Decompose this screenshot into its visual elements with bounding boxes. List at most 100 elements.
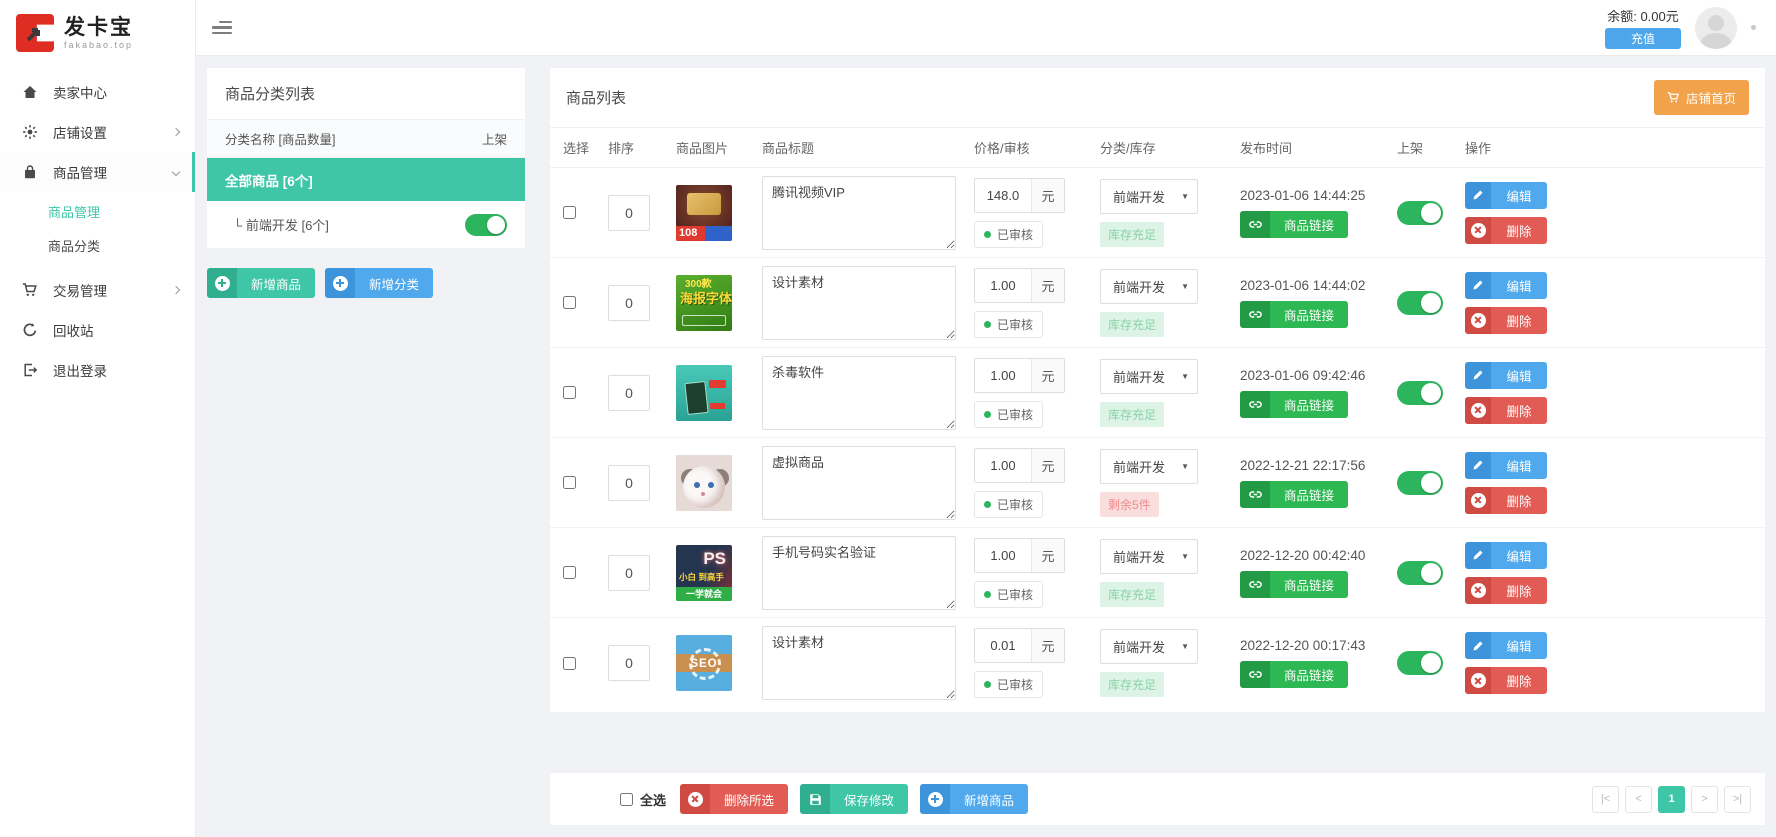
product-link-button[interactable]: 商品链接 xyxy=(1240,391,1348,418)
price-input[interactable] xyxy=(975,269,1031,302)
edit-button[interactable]: 编辑 xyxy=(1465,182,1547,209)
col-image: 商品图片 xyxy=(676,138,762,157)
page-last-button[interactable]: >| xyxy=(1724,786,1751,813)
category-select[interactable]: 前端开发 ▼ xyxy=(1100,629,1198,664)
delete-button[interactable]: 删除 xyxy=(1465,217,1547,244)
price-input[interactable] xyxy=(975,539,1031,572)
sort-input[interactable] xyxy=(608,555,650,591)
page-next-button[interactable]: > xyxy=(1691,786,1718,813)
product-title-input[interactable]: 腾讯视频VIP xyxy=(762,176,956,250)
sidebar-item-product-mgmt[interactable]: 商品管理 xyxy=(0,152,195,192)
product-table-header: 选择 排序 商品图片 商品标题 价格/审核 分类/库存 发布时间 上架 操作 xyxy=(550,128,1765,168)
sidebar-item-trade-mgmt[interactable]: 交易管理 xyxy=(0,270,195,310)
row-checkbox[interactable] xyxy=(563,296,576,309)
select-all-checkbox[interactable] xyxy=(620,793,633,806)
currency-unit: 元 xyxy=(1031,179,1064,212)
avatar[interactable] xyxy=(1695,7,1737,49)
brand-domain: fakabao.top xyxy=(64,40,133,50)
delete-button[interactable]: 删除 xyxy=(1465,667,1547,694)
category-select[interactable]: 前端开发 ▼ xyxy=(1100,179,1198,214)
edit-button[interactable]: 编辑 xyxy=(1465,452,1547,479)
shop-home-button[interactable]: 店铺首页 xyxy=(1654,80,1749,115)
select-all[interactable]: 全选 xyxy=(620,790,666,809)
product-thumb: PS 小白 到高手 一学就会 xyxy=(676,545,732,601)
delete-button[interactable]: 删除 xyxy=(1465,487,1547,514)
product-link-button[interactable]: 商品链接 xyxy=(1240,301,1348,328)
product-link-button[interactable]: 商品链接 xyxy=(1240,571,1348,598)
green-dot-icon xyxy=(984,591,991,598)
sort-input[interactable] xyxy=(608,375,650,411)
product-thumb xyxy=(676,455,732,511)
product-link-button[interactable]: 商品链接 xyxy=(1240,661,1348,688)
recharge-button[interactable]: 充值 xyxy=(1605,28,1681,49)
category-select[interactable]: 前端开发 ▼ xyxy=(1100,539,1198,574)
category-select[interactable]: 前端开发 ▼ xyxy=(1100,359,1198,394)
product-title-input[interactable]: 杀毒软件 xyxy=(762,356,956,430)
row-checkbox[interactable] xyxy=(563,206,576,219)
save-changes-button[interactable]: 保存修改 xyxy=(800,784,908,814)
edit-button[interactable]: 编辑 xyxy=(1465,542,1547,569)
chevron-right-icon xyxy=(172,128,180,136)
save-icon xyxy=(800,784,830,814)
row-checkbox[interactable] xyxy=(563,657,576,670)
sidebar-subitem-product-category[interactable]: 商品分类 xyxy=(0,228,195,262)
col-price-review: 价格/审核 xyxy=(974,138,1100,157)
product-link-button[interactable]: 商品链接 xyxy=(1240,211,1348,238)
edit-button[interactable]: 编辑 xyxy=(1465,632,1547,659)
sidebar-item-logout[interactable]: 退出登录 xyxy=(0,350,195,390)
edit-button[interactable]: 编辑 xyxy=(1465,272,1547,299)
add-product-button-footer[interactable]: 新增商品 xyxy=(920,784,1028,814)
add-category-button[interactable]: 新增分类 xyxy=(325,268,433,298)
product-title-input[interactable]: 虚拟商品 xyxy=(762,446,956,520)
user-dropdown-caret[interactable] xyxy=(1751,25,1756,30)
x-circle-icon xyxy=(1465,397,1491,424)
sort-input[interactable] xyxy=(608,285,650,321)
sidebar-item-label: 商品管理 xyxy=(53,162,173,182)
product-title-input[interactable]: 手机号码实名验证 xyxy=(762,536,956,610)
price-input[interactable] xyxy=(975,179,1031,212)
price-input[interactable] xyxy=(975,359,1031,392)
currency-unit: 元 xyxy=(1031,269,1064,302)
chevron-down-icon: ▼ xyxy=(1181,462,1189,471)
category-shelf-toggle[interactable] xyxy=(465,214,507,236)
shelf-toggle[interactable] xyxy=(1397,201,1443,225)
page-first-button[interactable]: |< xyxy=(1592,786,1619,813)
shelf-toggle[interactable] xyxy=(1397,561,1443,585)
shelf-toggle[interactable] xyxy=(1397,381,1443,405)
price-input[interactable] xyxy=(975,449,1031,482)
shelf-toggle[interactable] xyxy=(1397,291,1443,315)
pencil-icon xyxy=(1465,362,1491,389)
page-current-button[interactable]: 1 xyxy=(1658,786,1685,813)
row-checkbox[interactable] xyxy=(563,566,576,579)
add-product-button[interactable]: 新增商品 xyxy=(207,268,315,298)
col-select: 选择 xyxy=(563,138,608,157)
category-row[interactable]: └ 前端开发 [6个] xyxy=(207,201,525,248)
table-row: 虚拟商品 元 已审核 前端开发 ▼ 剩余5件 2022-12-21 22:17:… xyxy=(550,438,1765,528)
row-checkbox[interactable] xyxy=(563,386,576,399)
row-checkbox[interactable] xyxy=(563,476,576,489)
app-root: 发卡宝 fakabao.top 卖家中心 店铺设置 xyxy=(0,0,1776,837)
product-title-input[interactable]: 设计素材 xyxy=(762,626,956,700)
product-link-button[interactable]: 商品链接 xyxy=(1240,481,1348,508)
delete-selected-button[interactable]: 删除所选 xyxy=(680,784,788,814)
category-select[interactable]: 前端开发 ▼ xyxy=(1100,449,1198,484)
sort-input[interactable] xyxy=(608,195,650,231)
delete-button[interactable]: 删除 xyxy=(1465,577,1547,604)
product-title-input[interactable]: 设计素材 xyxy=(762,266,956,340)
sort-input[interactable] xyxy=(608,645,650,681)
hamburger-menu-icon[interactable] xyxy=(212,18,232,38)
edit-button[interactable]: 编辑 xyxy=(1465,362,1547,389)
category-row-all[interactable]: 全部商品 [6个] xyxy=(207,158,525,201)
delete-button[interactable]: 删除 xyxy=(1465,307,1547,334)
shelf-toggle[interactable] xyxy=(1397,651,1443,675)
sidebar-item-shop-settings[interactable]: 店铺设置 xyxy=(0,112,195,152)
delete-button[interactable]: 删除 xyxy=(1465,397,1547,424)
sidebar-subitem-product-mgmt[interactable]: 商品管理 xyxy=(0,194,195,228)
shelf-toggle[interactable] xyxy=(1397,471,1443,495)
price-input[interactable] xyxy=(975,629,1031,662)
page-prev-button[interactable]: < xyxy=(1625,786,1652,813)
sort-input[interactable] xyxy=(608,465,650,501)
category-select[interactable]: 前端开发 ▼ xyxy=(1100,269,1198,304)
sidebar-item-recycle-bin[interactable]: 回收站 xyxy=(0,310,195,350)
sidebar-item-seller-center[interactable]: 卖家中心 xyxy=(0,72,195,112)
